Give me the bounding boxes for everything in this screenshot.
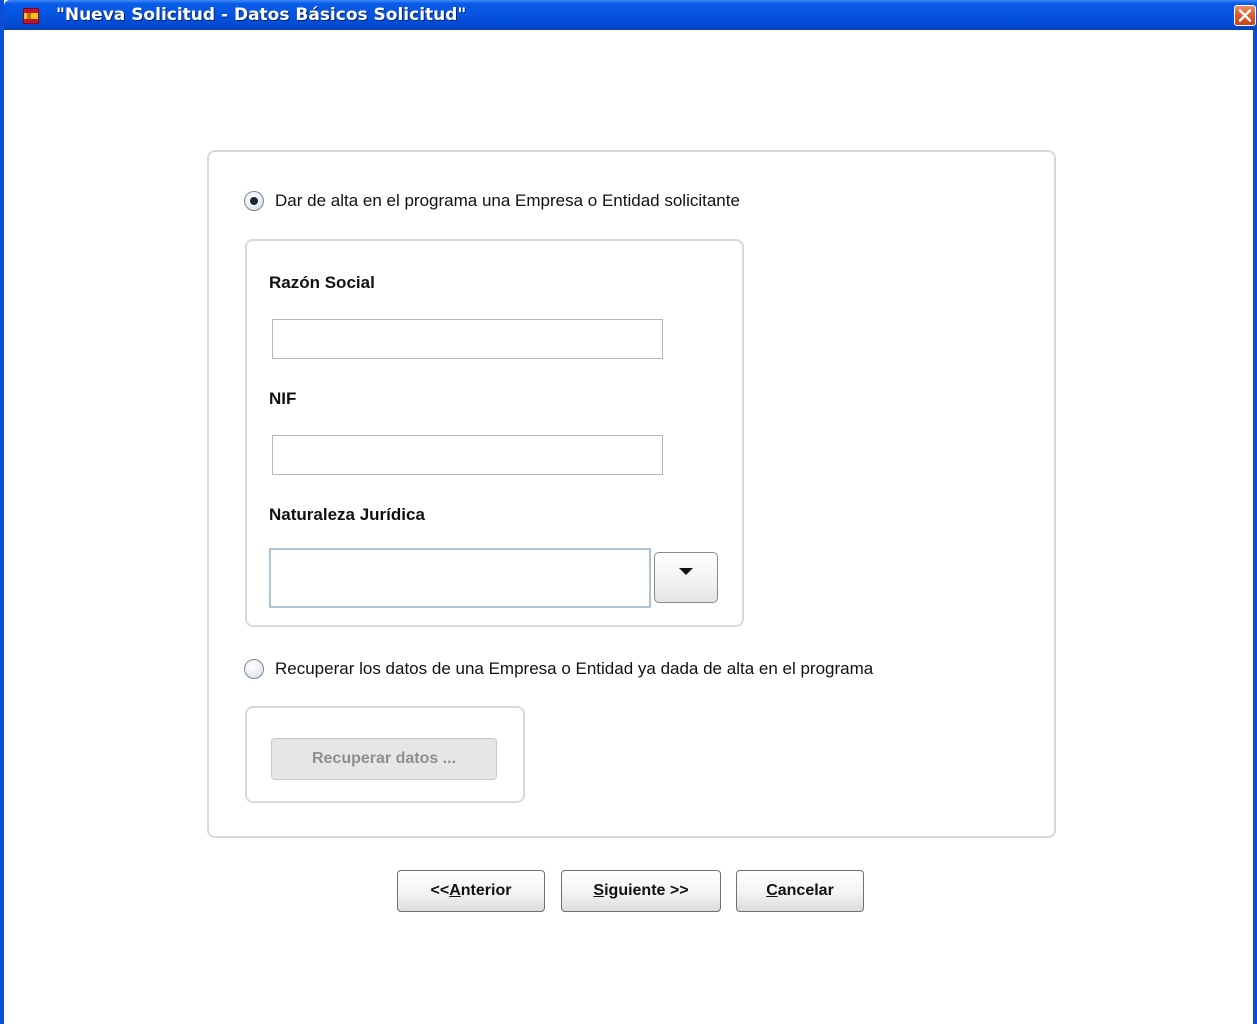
spain-coat-of-arms-icon bbox=[23, 8, 39, 24]
recover-panel: Recuperar datos ... bbox=[245, 706, 525, 803]
main-panel: Dar de alta en el programa una Empresa o… bbox=[207, 150, 1056, 838]
naturaleza-juridica-field[interactable] bbox=[269, 548, 651, 608]
option-new-entity-label: Dar de alta en el programa una Empresa o… bbox=[275, 191, 740, 210]
previous-button[interactable]: << Anterior bbox=[397, 870, 545, 912]
close-icon bbox=[1238, 9, 1252, 22]
close-button[interactable] bbox=[1234, 5, 1256, 26]
next-button[interactable]: Siguiente >> bbox=[561, 870, 721, 912]
radio-recover-entity[interactable] bbox=[244, 659, 264, 679]
entity-form-panel: Razón Social NIF Naturaleza Jurídica bbox=[245, 239, 744, 627]
option-recover-entity-label: Recuperar los datos de una Empresa o Ent… bbox=[275, 659, 874, 678]
radio-new-entity[interactable] bbox=[244, 191, 264, 211]
option-recover-entity[interactable]: Recuperar los datos de una Empresa o Ent… bbox=[244, 659, 873, 679]
nif-input[interactable] bbox=[272, 435, 663, 475]
naturaleza-juridica-label: Naturaleza Jurídica bbox=[269, 505, 425, 524]
nif-label: NIF bbox=[269, 389, 297, 408]
cancel-button[interactable]: Cancelar bbox=[736, 870, 864, 912]
razon-social-label: Razón Social bbox=[269, 273, 375, 292]
title-bar[interactable]: "Nueva Solicitud - Datos Básicos Solicit… bbox=[4, 0, 1257, 30]
recover-data-button[interactable]: Recuperar datos ... bbox=[271, 738, 497, 780]
naturaleza-juridica-dropdown-button[interactable] bbox=[654, 552, 718, 603]
window-title: "Nueva Solicitud - Datos Básicos Solicit… bbox=[56, 5, 467, 25]
razon-social-input[interactable] bbox=[272, 319, 663, 359]
option-new-entity[interactable]: Dar de alta en el programa una Empresa o… bbox=[244, 191, 740, 211]
chevron-down-icon bbox=[679, 568, 693, 575]
